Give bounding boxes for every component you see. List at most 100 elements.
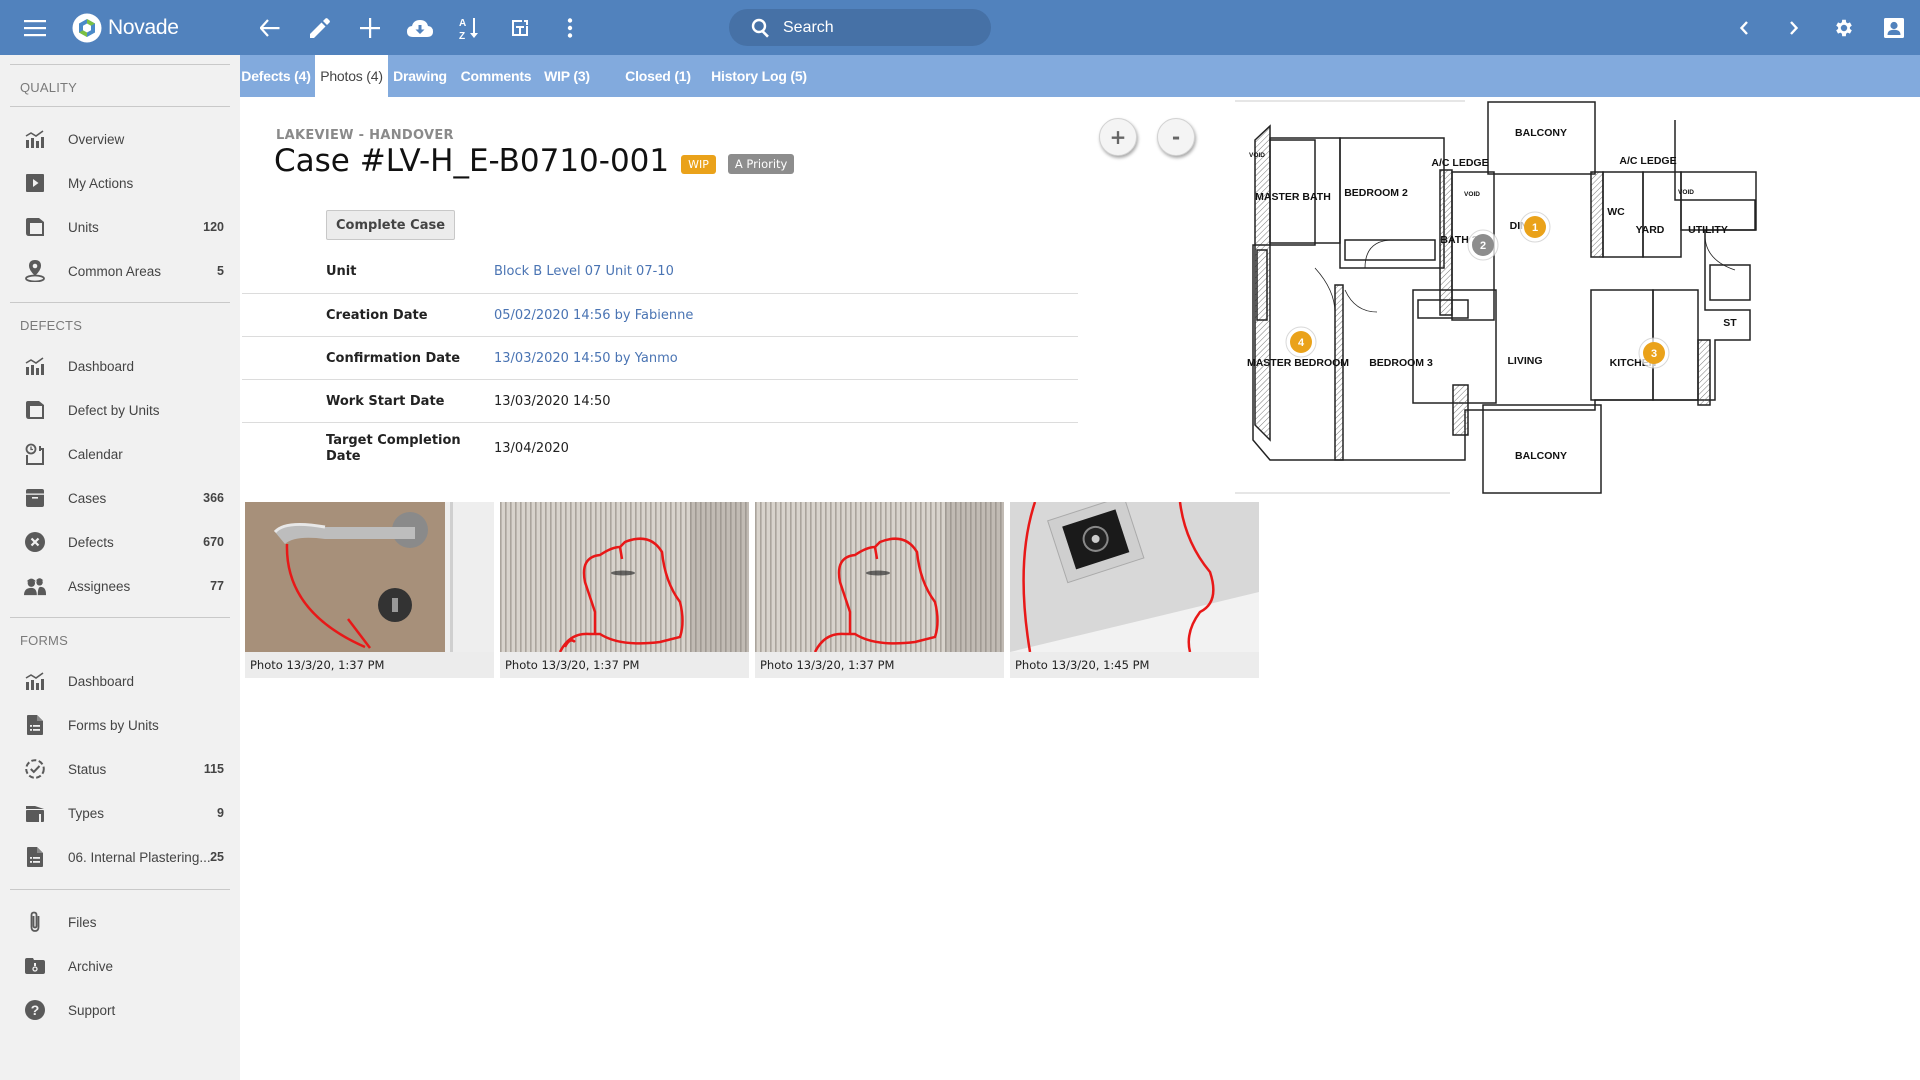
photo-thumbnail[interactable]: Photo 13/3/20, 1:37 PM <box>500 502 749 678</box>
sidebar-section-quality: QUALITY <box>20 80 78 95</box>
previous-button[interactable] <box>1722 0 1766 55</box>
sidebar-item-forms-dashboard[interactable]: Dashboard <box>0 661 240 701</box>
search-input[interactable] <box>783 18 973 37</box>
sidebar-section-defects: DEFECTS <box>20 318 83 333</box>
room-label-ac-ledge: A/C LEDGE <box>1431 157 1488 169</box>
chevron-left-icon <box>1739 20 1748 35</box>
photo-caption: Photo 13/3/20, 1:37 PM <box>505 658 640 672</box>
gear-icon <box>1836 19 1852 36</box>
sidebar: QUALITY Overview My Actions Units 120 Co… <box>0 55 240 1080</box>
pencil-icon <box>310 17 330 38</box>
tab-history-log[interactable]: History Log (5) <box>709 55 809 97</box>
units-icon <box>24 216 46 238</box>
confirmer-link[interactable]: 13/03/2020 14:50 by Yanmo <box>494 351 678 366</box>
sidebar-item-common-areas[interactable]: Common Areas 5 <box>0 251 240 291</box>
case-detail-panel: LAKEVIEW - HANDOVER Case #LV-H_E-B0710-0… <box>240 97 1920 1080</box>
account-button[interactable] <box>1872 0 1916 55</box>
back-button[interactable] <box>248 0 292 55</box>
room-label-void: VOID <box>1678 189 1694 196</box>
detail-label: Unit <box>326 264 357 279</box>
sidebar-item-cases[interactable]: Cases 366 <box>0 478 240 518</box>
archive-icon <box>24 955 46 977</box>
room-label-void: VOID <box>1464 191 1480 198</box>
floor-plan-drawing[interactable]: BALCONY A/C LEDGE A/C LEDGE MASTER BATH … <box>1235 100 1771 495</box>
arrow-left-icon <box>260 18 280 37</box>
sidebar-item-overview[interactable]: Overview <box>0 119 240 159</box>
novade-logo[interactable]: Novade <box>72 13 179 43</box>
export-button[interactable] <box>498 0 542 55</box>
sidebar-item-my-actions[interactable]: My Actions <box>0 163 240 203</box>
photo-thumbnail[interactable]: Photo 13/3/20, 1:37 PM <box>245 502 494 678</box>
photo-image <box>755 502 1004 652</box>
dashed-check-circle-icon <box>24 758 46 780</box>
room-label-living: LIVING <box>1507 355 1542 367</box>
add-button[interactable] <box>348 0 392 55</box>
sidebar-item-support[interactable]: ? Support <box>0 990 240 1030</box>
tab-drawing[interactable]: Drawing <box>390 55 450 97</box>
download-button[interactable] <box>398 0 442 55</box>
play-icon <box>24 172 46 194</box>
sidebar-item-assignees[interactable]: Assignees 77 <box>0 566 240 606</box>
detail-row-unit: Unit Block B Level 07 Unit 07-10 <box>242 251 1078 294</box>
chart-icon <box>24 355 46 377</box>
hamburger-icon <box>24 19 46 36</box>
sidebar-item-defects-dashboard[interactable]: Dashboard <box>0 346 240 386</box>
room-label-utility: UTILITY <box>1688 224 1728 236</box>
menu-button[interactable] <box>13 0 57 55</box>
sidebar-divider <box>10 617 230 618</box>
tab-photos[interactable]: Photos (4) <box>315 55 388 97</box>
unit-link[interactable]: Block B Level 07 Unit 07-10 <box>494 264 674 279</box>
room-label-master-bath: MASTER BATH <box>1255 191 1331 203</box>
room-label-void: VOID <box>1249 152 1265 159</box>
sidebar-item-status[interactable]: Status 115 <box>0 749 240 789</box>
detail-value: 13/04/2020 <box>494 441 569 456</box>
sidebar-item-units[interactable]: Units 120 <box>0 207 240 247</box>
case-title: Case #LV-H_E-B0710-001 <box>274 143 670 179</box>
photo-caption: Photo 13/3/20, 1:37 PM <box>250 658 385 672</box>
calendar-clock-icon <box>24 443 46 465</box>
more-button[interactable] <box>548 0 592 55</box>
edit-button[interactable] <box>298 0 342 55</box>
svg-text:1: 1 <box>1532 222 1538 234</box>
sidebar-item-types[interactable]: Types 9 <box>0 793 240 833</box>
sort-button[interactable]: AZ <box>448 0 492 55</box>
sidebar-item-internal-plastering[interactable]: 06. Internal Plastering... 25 <box>0 837 240 877</box>
detail-row-target-completion-date: Target Completion Date 13/04/2020 <box>242 423 1078 479</box>
sidebar-item-forms-by-units[interactable]: Forms by Units <box>0 705 240 745</box>
zoom-in-button[interactable]: + <box>1099 118 1137 156</box>
case-box-icon <box>24 487 46 509</box>
app-name: Novade <box>108 16 179 39</box>
svg-text:A: A <box>459 18 466 29</box>
room-label-bedroom-2: BEDROOM 2 <box>1344 187 1408 199</box>
sidebar-divider <box>10 302 230 303</box>
sidebar-item-files[interactable]: Files <box>0 902 240 942</box>
sidebar-divider <box>10 64 230 65</box>
room-label-master-bedroom: MASTER BEDROOM <box>1247 357 1349 369</box>
tab-comments[interactable]: Comments <box>456 55 536 97</box>
defect-marker-4[interactable]: 4 <box>1285 326 1317 358</box>
chevron-right-icon <box>1790 20 1799 35</box>
tab-wip[interactable]: WIP (3) <box>542 55 592 97</box>
photo-thumbnail[interactable]: Photo 13/3/20, 1:37 PM <box>755 502 1004 678</box>
defect-marker-1[interactable]: 1 <box>1519 211 1551 243</box>
detail-row-creation-date: Creation Date 05/02/2020 14:56 by Fabien… <box>242 294 1078 337</box>
chart-icon <box>24 670 46 692</box>
defect-marker-2[interactable]: 2 <box>1467 229 1499 261</box>
sidebar-item-defects[interactable]: Defects 670 <box>0 522 240 562</box>
photo-thumbnail[interactable]: Photo 13/3/20, 1:45 PM <box>1010 502 1259 678</box>
sidebar-item-archive[interactable]: Archive <box>0 946 240 986</box>
sidebar-item-defect-by-units[interactable]: Defect by Units <box>0 390 240 430</box>
tab-defects[interactable]: Defects (4) <box>240 55 312 97</box>
search-bar[interactable] <box>729 9 991 46</box>
creator-link[interactable]: 05/02/2020 14:56 by Fabienne <box>494 308 693 323</box>
room-label-bedroom-3: BEDROOM 3 <box>1369 357 1433 369</box>
detail-label: Creation Date <box>326 308 428 323</box>
zoom-out-button[interactable]: - <box>1157 118 1195 156</box>
sidebar-item-calendar[interactable]: Calendar <box>0 434 240 474</box>
defect-marker-3[interactable]: 3 <box>1638 337 1670 369</box>
tab-closed[interactable]: Closed (1) <box>622 55 694 97</box>
settings-button[interactable] <box>1822 0 1866 55</box>
page-title: Case #LV-H_E-B0710-001 WIP A Priority <box>274 143 795 179</box>
complete-case-button[interactable]: Complete Case <box>326 210 456 240</box>
next-button[interactable] <box>1772 0 1816 55</box>
